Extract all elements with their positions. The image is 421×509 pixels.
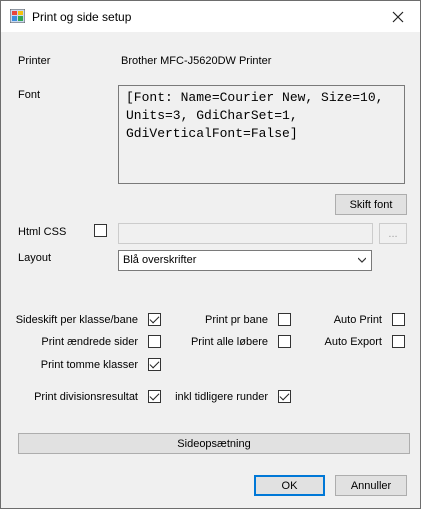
printer-name: Brother MFC-J5620DW Printer bbox=[121, 55, 272, 67]
change-font-button[interactable]: Skift font bbox=[335, 194, 407, 215]
print-pr-bane-checkbox[interactable] bbox=[278, 313, 291, 326]
auto-print-label: Auto Print bbox=[333, 314, 382, 326]
print-division-checkbox[interactable] bbox=[148, 390, 161, 403]
font-label: Font bbox=[18, 89, 41, 101]
title-bar: Print og side setup bbox=[1, 1, 420, 32]
print-pr-bane-label: Print pr bane bbox=[205, 314, 268, 326]
html-css-label: Html CSS bbox=[18, 226, 67, 238]
layout-selected: Blå overskrifter bbox=[123, 254, 197, 266]
print-tomme-label: Print tomme klasser bbox=[40, 359, 138, 371]
auto-print-checkbox[interactable] bbox=[392, 313, 405, 326]
print-aendrede-checkbox[interactable] bbox=[148, 335, 161, 348]
inkl-tidligere-checkbox[interactable] bbox=[278, 390, 291, 403]
cancel-button[interactable]: Annuller bbox=[335, 475, 407, 496]
html-css-checkbox[interactable] bbox=[94, 224, 107, 237]
ok-button[interactable]: OK bbox=[254, 475, 325, 496]
print-alle-label: Print alle løbere bbox=[190, 336, 268, 348]
page-setup-button[interactable]: Sideopsætning bbox=[18, 433, 410, 454]
print-tomme-checkbox[interactable] bbox=[148, 358, 161, 371]
sideskift-checkbox[interactable] bbox=[148, 313, 161, 326]
printer-label: Printer bbox=[18, 55, 51, 67]
layout-label: Layout bbox=[18, 252, 52, 264]
layout-select[interactable]: Blå overskrifter bbox=[118, 250, 372, 271]
browse-button[interactable]: ... bbox=[379, 223, 407, 244]
auto-export-label: Auto Export bbox=[324, 336, 382, 348]
font-description: [Font: Name=Courier New, Size=10, Units=… bbox=[118, 85, 405, 184]
app-icon bbox=[10, 9, 25, 23]
print-aendrede-label: Print ændrede sider bbox=[41, 336, 138, 348]
sideskift-label: Sideskift per klasse/bane bbox=[15, 314, 138, 326]
dialog-window: Print og side setup Printer Brother MFC-… bbox=[0, 0, 421, 509]
auto-export-checkbox[interactable] bbox=[392, 335, 405, 348]
print-alle-checkbox[interactable] bbox=[278, 335, 291, 348]
window-title: Print og side setup bbox=[32, 10, 132, 24]
chevron-down-icon bbox=[358, 257, 366, 263]
html-css-input[interactable] bbox=[118, 223, 373, 244]
close-icon bbox=[392, 11, 404, 22]
print-division-label: Print divisionsresultat bbox=[34, 391, 138, 403]
inkl-tidligere-label: inkl tidligere runder bbox=[175, 391, 268, 403]
close-button[interactable] bbox=[376, 1, 420, 32]
